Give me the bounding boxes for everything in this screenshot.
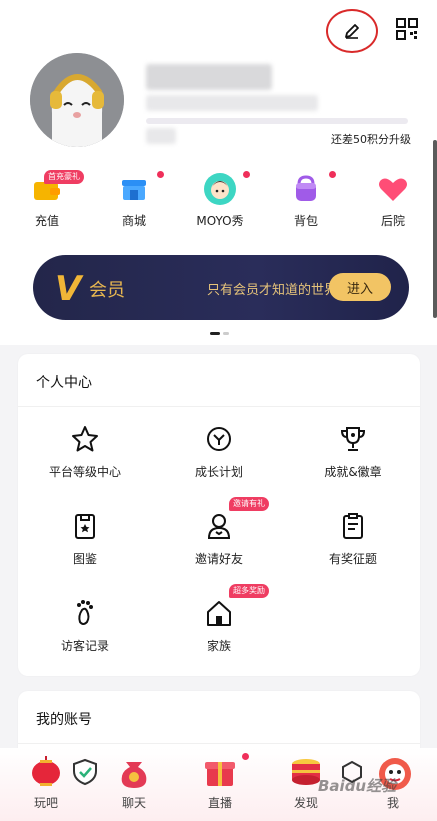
invite-promo-badge: 邀请有礼 [229, 497, 269, 511]
scrollbar[interactable] [433, 140, 437, 318]
quick-action-backpack[interactable]: 背包 [276, 171, 336, 229]
vip-enter-button[interactable]: 进入 [329, 273, 391, 301]
quick-action-label: MOYO秀 [196, 214, 244, 228]
menu-item-label: 图鉴 [72, 552, 97, 566]
tab-label: 玩吧 [33, 796, 58, 810]
pagination-dot-active [210, 332, 220, 335]
shop-icon [122, 180, 146, 200]
menu-item-invite-friends[interactable]: 邀请有礼 邀请好友 [159, 497, 279, 567]
menu-item-growth-plan[interactable]: 成长计划 [159, 424, 279, 480]
divider [18, 743, 420, 744]
username-placeholder [146, 64, 272, 90]
clipboard-icon [343, 513, 363, 539]
avatar[interactable] [30, 53, 124, 147]
menu-item-label: 邀请好友 [194, 552, 243, 566]
level-badge-placeholder [146, 128, 176, 144]
pencil-icon [345, 24, 359, 39]
qr-code-icon[interactable] [396, 18, 418, 40]
backpack-icon [296, 175, 316, 201]
shop-notification-dot [157, 171, 164, 178]
trophy-icon [340, 427, 366, 451]
level-progress-bar [146, 118, 408, 124]
lantern-icon [32, 756, 60, 786]
menu-item-achievements[interactable]: 成就&徽章 [293, 424, 413, 480]
tab-live[interactable]: 直播 [190, 753, 250, 811]
tab-play[interactable]: 玩吧 [16, 754, 76, 811]
moyo-notification-dot [243, 171, 250, 178]
quick-action-shop[interactable]: 商城 [104, 171, 164, 229]
shield-icon [73, 758, 97, 786]
quick-action-moyo[interactable]: MOYO秀 [190, 171, 250, 229]
vip-title: 会员 [89, 280, 125, 301]
tab-label: 我 [386, 796, 399, 810]
tab-chat[interactable]: 聊天 [104, 754, 164, 811]
tab-label: 聊天 [121, 796, 146, 810]
invite-user-icon [207, 514, 231, 539]
gift-box-icon [205, 762, 235, 786]
menu-item-album[interactable]: 图鉴 [25, 511, 145, 567]
level-hint-text: 还差50积分升级 [331, 133, 411, 146]
vip-banner[interactable]: V 会员 只有会员才知道的世界 进入 [33, 255, 409, 320]
quick-action-backyard[interactable]: 后院 [363, 172, 423, 229]
vip-badge-icon: V [55, 269, 82, 309]
menu-item-label: 成就&徽章 [324, 465, 382, 479]
menu-item-label: 有奖征题 [328, 552, 377, 566]
quick-action-label: 充值 [34, 214, 59, 228]
pagination-dot [223, 332, 229, 335]
recharge-promo-badge: 首充豪礼 [44, 170, 84, 184]
album-icon [75, 514, 95, 539]
moyo-avatar-icon [204, 173, 236, 205]
edit-profile-button[interactable] [326, 9, 378, 53]
avatar-character-image [30, 53, 124, 147]
quick-action-label: 后院 [380, 214, 405, 228]
live-notification-dot [242, 753, 249, 760]
growth-clock-icon [207, 427, 231, 451]
home-icon [207, 601, 231, 626]
tab-label: 直播 [207, 796, 232, 810]
banner-pagination [210, 332, 229, 335]
menu-item-label: 平台等级中心 [48, 465, 121, 479]
quick-action-recharge[interactable]: 首充豪礼 充值 [17, 170, 84, 229]
quick-action-label: 商城 [121, 214, 146, 228]
footprint-icon [77, 600, 93, 625]
divider [18, 406, 420, 407]
menu-item-prize-questions[interactable]: 有奖征题 [293, 511, 413, 567]
section-title: 我的账号 [36, 712, 92, 728]
menu-item-level-center[interactable]: 平台等级中心 [25, 424, 145, 480]
lucky-bag-icon [121, 762, 147, 788]
menu-item-label: 家族 [206, 639, 231, 653]
tab-label: 发现 [293, 796, 318, 810]
section-title: 个人中心 [36, 375, 92, 391]
heart-icon [379, 178, 407, 201]
star-icon [72, 426, 98, 452]
personal-center-card: 个人中心 平台等级中心 成长计划 成就&徽章 图鉴 邀请有礼 邀请好友 有奖征题… [18, 354, 420, 676]
quick-action-label: 背包 [293, 214, 318, 228]
menu-item-label: 成长计划 [194, 465, 243, 479]
menu-item-family[interactable]: 超多奖励 家族 [159, 584, 279, 654]
menu-item-visitors[interactable]: 访客记录 [25, 598, 145, 654]
user-id-placeholder [146, 95, 318, 111]
backpack-notification-dot [329, 171, 336, 178]
menu-item-label: 访客记录 [60, 639, 109, 653]
family-promo-badge: 超多奖励 [229, 584, 269, 598]
vip-slogan: 只有会员才知道的世界 [207, 283, 338, 298]
watermark-text: Baidu经验 [318, 777, 397, 795]
